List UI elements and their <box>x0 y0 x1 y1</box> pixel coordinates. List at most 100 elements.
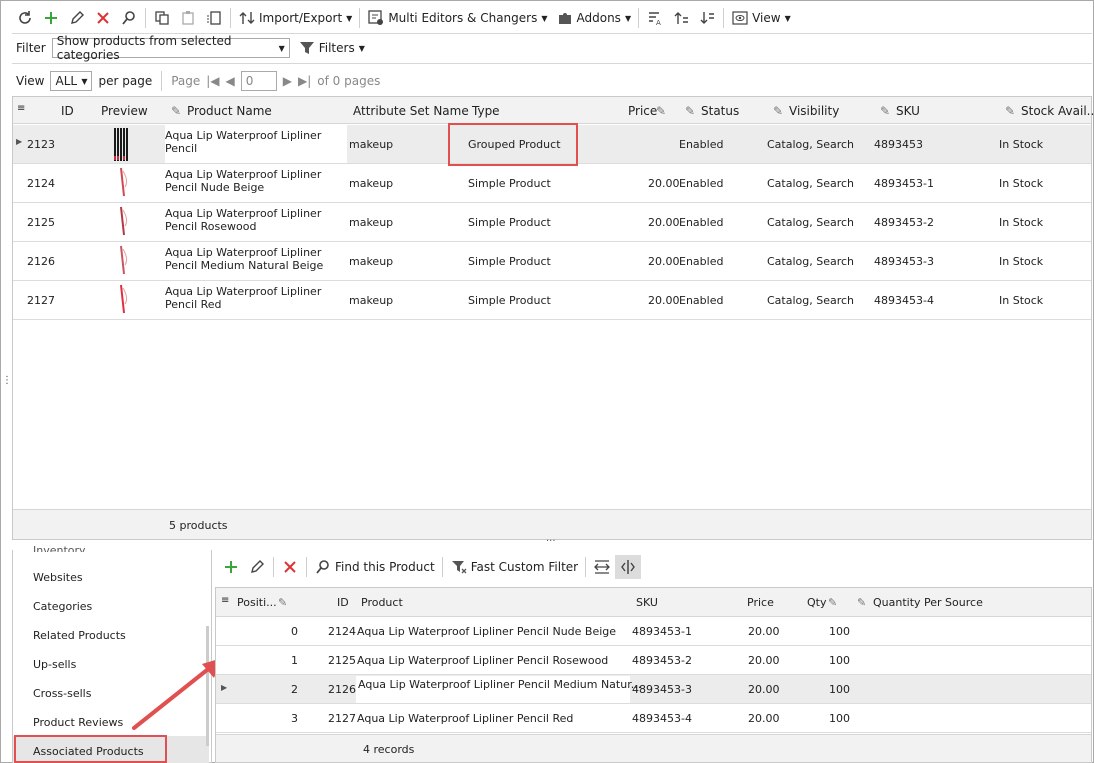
row-type: Simple Product <box>468 255 551 268</box>
row-id: 2124 <box>27 177 55 190</box>
product-thumbnail <box>107 204 137 241</box>
col-type[interactable]: Type <box>472 104 500 118</box>
per-page-select[interactable]: ALL ▼ <box>50 71 93 91</box>
view-button[interactable]: View ▼ <box>727 6 795 30</box>
add-associated-button[interactable] <box>218 555 244 579</box>
table-row[interactable]: 3 2127 Aqua Lip Waterproof Lipliner Penc… <box>216 704 1091 733</box>
delete-button[interactable] <box>90 6 116 30</box>
fast-filter-button[interactable]: Fast Custom Filter <box>446 555 582 579</box>
col-preview[interactable]: Preview <box>101 104 148 118</box>
col-status[interactable]: Status <box>701 104 739 118</box>
col-id[interactable]: ID <box>61 104 74 118</box>
table-row[interactable]: 1 2125 Aqua Lip Waterproof Lipliner Penc… <box>216 646 1091 675</box>
row-product[interactable]: Aqua Lip Waterproof Lipliner Pencil Medi… <box>356 676 641 703</box>
split-view-button[interactable] <box>615 555 642 579</box>
next-page-icon[interactable]: ▶ <box>283 74 292 88</box>
category-filter-value: Show products from selected categories <box>56 34 232 62</box>
duplicate-button[interactable] <box>201 6 227 30</box>
pencil-icon: ✎ <box>828 596 838 609</box>
row-price: 20.00 <box>748 654 780 667</box>
product-name-cell: Aqua Lip Waterproof Lipliner Pencil <box>165 125 347 163</box>
row-price: 20.00 <box>748 712 780 725</box>
splitter-handle-icon[interactable]: ⋮ <box>2 375 12 386</box>
col-sub-price[interactable]: Price <box>747 596 774 609</box>
row-stock: In Stock <box>999 177 1044 190</box>
row-qty: 100 <box>829 712 850 725</box>
dropdown-caret-icon: ▼ <box>346 13 353 23</box>
view-label: View <box>752 11 781 25</box>
first-page-icon[interactable]: |◀ <box>206 74 219 88</box>
row-id: 2127 <box>27 294 55 307</box>
sort-icon: A <box>646 9 664 27</box>
column-chooser-icon[interactable]: ≡ <box>17 103 25 114</box>
page-input[interactable]: 0 <box>240 71 277 91</box>
category-filter-select[interactable]: Show products from selected categories ▼ <box>51 34 290 62</box>
filters-button[interactable]: Filters ▼ <box>296 36 367 60</box>
list-item-related-products[interactable]: Related Products <box>33 629 126 642</box>
list-item-product-reviews[interactable]: Product Reviews <box>33 716 123 729</box>
col-sub-id[interactable]: ID <box>337 596 349 609</box>
move-down-button[interactable] <box>694 6 720 30</box>
edit-button[interactable] <box>64 6 90 30</box>
list-item-categories[interactable]: Categories <box>33 600 92 613</box>
col-sku[interactable]: SKU <box>896 104 920 118</box>
addons-button[interactable]: Addons ▼ <box>552 6 636 30</box>
splitter-handle-icon[interactable]: ··· <box>546 536 556 547</box>
col-sub-sku[interactable]: SKU <box>636 596 658 609</box>
col-sub-product[interactable]: Product <box>361 596 403 609</box>
col-position[interactable]: Positi... <box>237 596 277 609</box>
import-export-button[interactable]: Import/Export ▼ <box>234 6 356 30</box>
product-thumbnail <box>107 243 137 280</box>
move-up-button[interactable] <box>668 6 694 30</box>
sort-az-button[interactable]: A <box>642 6 668 30</box>
col-price[interactable]: Price <box>628 104 657 118</box>
product-thumbnail <box>107 165 137 202</box>
fit-columns-button[interactable] <box>589 555 615 579</box>
product-name-line2: Pencil Red <box>165 298 222 311</box>
col-attribute-set[interactable]: Attribute Set Name <box>353 104 469 118</box>
copy-button[interactable] <box>149 6 175 30</box>
edit-associated-button[interactable] <box>244 555 270 579</box>
table-row[interactable]: ▶ 2 2126 Aqua Lip Waterproof Lipliner Pe… <box>216 675 1091 704</box>
col-visibility[interactable]: Visibility <box>789 104 839 118</box>
row-status: Enabled <box>679 294 724 307</box>
find-button[interactable] <box>116 6 142 30</box>
puzzle-icon <box>556 9 574 27</box>
row-status: Enabled <box>679 177 724 190</box>
last-page-icon[interactable]: ▶| <box>298 74 311 88</box>
list-item-websites[interactable]: Websites <box>33 571 83 584</box>
search-icon <box>120 9 138 27</box>
find-product-button[interactable]: Find this Product <box>310 555 439 579</box>
row-id: 2127 <box>328 712 356 725</box>
table-row[interactable]: 2125 Aqua Lip Waterproof Lipliner Pencil… <box>13 203 1091 242</box>
list-item-cross-sells[interactable]: Cross-sells <box>33 687 91 700</box>
list-item-up-sells[interactable]: Up-sells <box>33 658 76 671</box>
prev-page-icon[interactable]: ◀ <box>226 74 235 88</box>
import-export-label: Import/Export <box>259 11 343 25</box>
row-product: Aqua Lip Waterproof Lipliner Pencil Red <box>357 712 574 725</box>
table-row[interactable]: 2127 Aqua Lip Waterproof Lipliner Pencil… <box>13 281 1091 320</box>
product-name-line1: Aqua Lip Waterproof Lipliner <box>165 129 322 142</box>
column-chooser-icon[interactable]: ≡ <box>221 595 229 606</box>
row-stock: In Stock <box>999 294 1044 307</box>
refresh-button[interactable] <box>12 6 38 30</box>
pencil-icon: ✎ <box>773 104 784 118</box>
col-stock[interactable]: Stock Avail... <box>1021 104 1094 118</box>
table-row[interactable]: 2124 Aqua Lip Waterproof Lipliner Pencil… <box>13 164 1091 203</box>
list-item-partial[interactable]: Inventory <box>33 544 86 552</box>
product-name-line2: Pencil <box>165 142 198 155</box>
add-button[interactable] <box>38 6 64 30</box>
table-row[interactable]: 2126 Aqua Lip Waterproof Lipliner Pencil… <box>13 242 1091 281</box>
col-sub-qty[interactable]: Qty <box>807 596 826 609</box>
pager-separator <box>161 71 163 91</box>
remove-associated-button[interactable] <box>277 555 303 579</box>
row-status: Enabled <box>679 138 724 151</box>
col-qty-per-source[interactable]: Quantity Per Source <box>873 596 983 609</box>
multi-editors-button[interactable]: Multi Editors & Changers ▼ <box>363 6 551 30</box>
paste-button[interactable] <box>175 6 201 30</box>
toolbar-separator <box>359 8 361 28</box>
row-product: Aqua Lip Waterproof Lipliner Pencil Rose… <box>357 654 609 667</box>
col-product-name[interactable]: Product Name <box>187 104 272 118</box>
row-indicator-icon: ▶ <box>221 683 228 692</box>
table-row[interactable]: 0 2124 Aqua Lip Waterproof Lipliner Penc… <box>216 617 1091 646</box>
